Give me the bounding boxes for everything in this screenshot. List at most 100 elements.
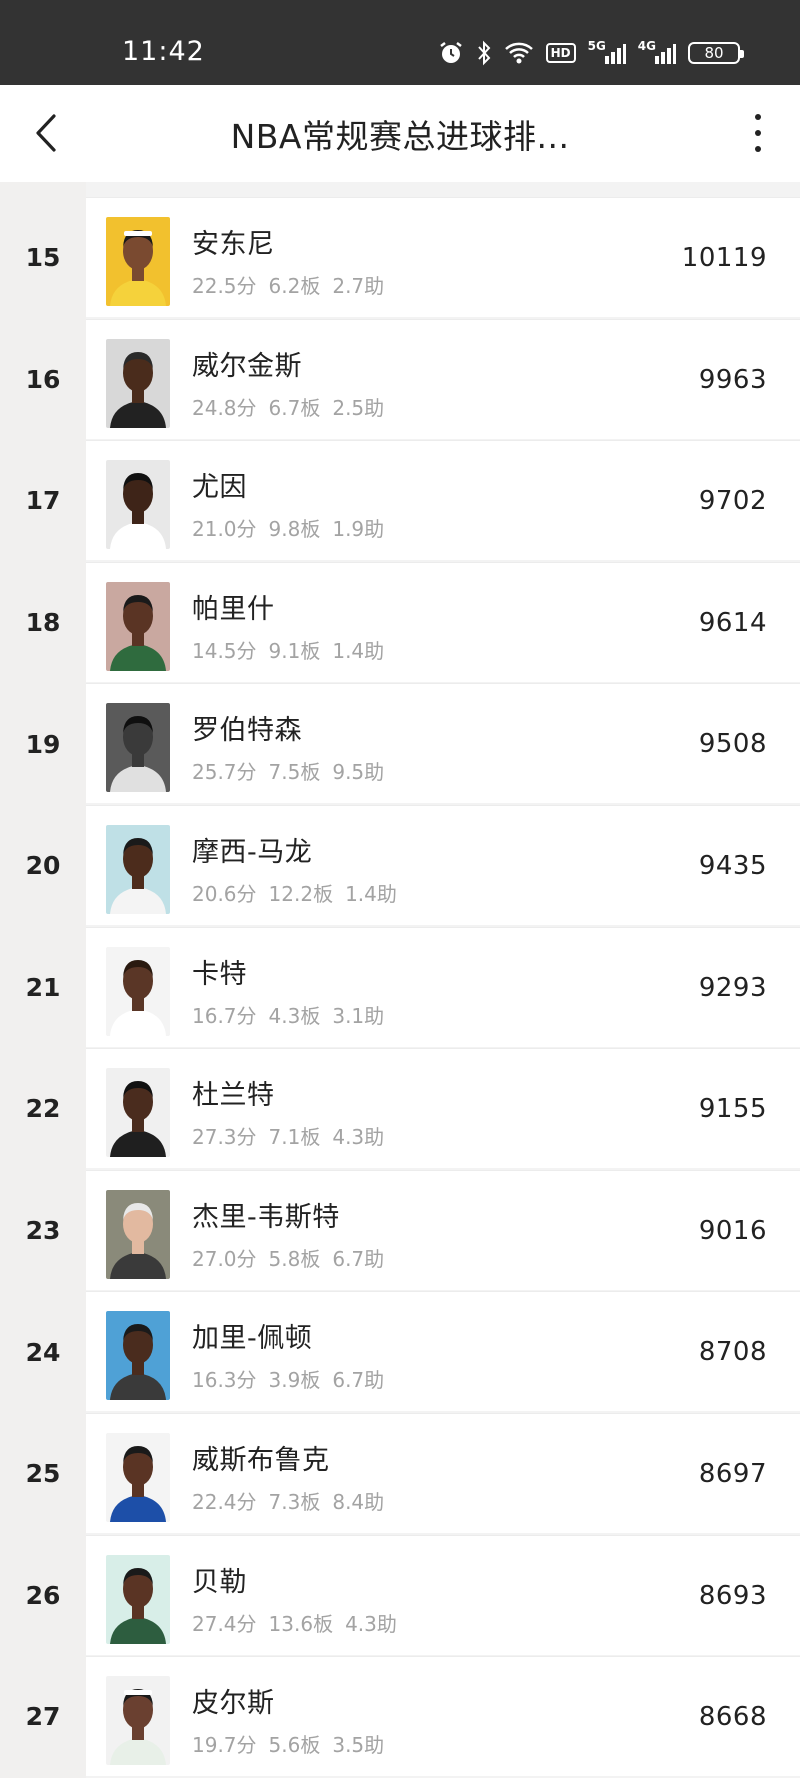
ranking-rows: 15 安东尼 22.5分 6.2板 2.7助 10119 16 威尔金斯 24.… — [0, 197, 800, 1778]
player-stats: 14.5分 9.1板 1.4助 — [192, 635, 384, 664]
player-card[interactable]: 威尔金斯 24.8分 6.7板 2.5助 9963 — [86, 318, 800, 439]
stat-points: 14.5分 — [192, 638, 257, 663]
stat-assists: 2.5助 — [332, 395, 385, 420]
player-stats: 21.0分 9.8板 1.9助 — [192, 513, 384, 542]
status-icons: HD 5G 4G 80 — [438, 38, 744, 68]
player-avatar — [106, 460, 170, 550]
player-name: 杰里-韦斯特 — [192, 1201, 340, 1233]
player-card[interactable]: 杜兰特 27.3分 7.1板 4.3助 9155 — [86, 1048, 800, 1169]
more-options-button[interactable] — [738, 109, 778, 157]
total-points: 9508 — [698, 729, 767, 760]
signal-5g-icon: 5G — [588, 39, 626, 64]
player-row: 23 杰里-韦斯特 27.0分 5.8板 6.7助 9016 — [0, 1169, 800, 1292]
player-name: 威斯布鲁克 — [192, 1444, 330, 1476]
stat-assists: 3.1助 — [332, 1003, 385, 1028]
stat-rebounds: 12.2板 — [268, 881, 334, 906]
player-avatar — [106, 1554, 170, 1644]
stat-rebounds: 7.1板 — [268, 1125, 321, 1150]
player-avatar — [106, 703, 170, 793]
header-bar: NBA常规赛总进球排... — [0, 85, 800, 182]
player-row: 26 贝勒 27.4分 13.6板 4.3助 8693 — [0, 1534, 800, 1657]
stat-points: 27.4分 — [192, 1611, 257, 1636]
rank-number: 24 — [25, 1337, 61, 1367]
player-card[interactable]: 威斯布鲁克 22.4分 7.3板 8.4助 8697 — [86, 1412, 800, 1533]
total-points: 9702 — [698, 486, 767, 517]
player-avatar — [106, 338, 170, 428]
more-dot-icon — [755, 130, 761, 136]
player-stats: 27.3分 7.1板 4.3助 — [192, 1121, 384, 1150]
status-time: 11:42 — [122, 36, 205, 67]
player-name: 安东尼 — [192, 229, 275, 260]
player-name: 罗伯特森 — [192, 715, 302, 747]
player-avatar — [106, 1432, 170, 1522]
player-avatar — [106, 824, 170, 914]
player-photo-icon — [106, 1676, 170, 1766]
rank-number: 23 — [25, 1216, 61, 1246]
battery-icon: 80 — [688, 42, 744, 64]
player-card[interactable]: 摩西-马龙 20.6分 12.2板 1.4助 9435 — [86, 804, 800, 925]
total-points: 9016 — [698, 1215, 767, 1246]
stat-points: 27.3分 — [192, 1125, 257, 1150]
player-name: 贝勒 — [192, 1566, 247, 1598]
stat-rebounds: 6.2板 — [268, 274, 321, 298]
rank-number: 18 — [25, 608, 61, 638]
player-card[interactable]: 贝勒 27.4分 13.6板 4.3助 8693 — [86, 1534, 800, 1655]
player-card[interactable]: 罗伯特森 25.7分 7.5板 9.5助 9508 — [86, 683, 800, 804]
player-card[interactable]: 安东尼 22.5分 6.2板 2.7助 10119 — [86, 197, 800, 317]
player-stats: 25.7分 7.5板 9.5助 — [192, 756, 384, 785]
stat-points: 25.7分 — [192, 760, 257, 785]
player-card[interactable]: 杰里-韦斯特 27.0分 5.8板 6.7助 9016 — [86, 1169, 800, 1290]
ranking-list[interactable]: 15 安东尼 22.5分 6.2板 2.7助 10119 16 威尔金斯 24.… — [0, 182, 800, 1778]
player-name: 帕里什 — [192, 593, 275, 625]
stat-points: 24.8分 — [192, 395, 257, 420]
player-name: 尤因 — [192, 472, 247, 504]
total-points: 9293 — [698, 972, 767, 1003]
rank-number: 27 — [25, 1702, 61, 1732]
player-card[interactable]: 加里-佩顿 16.3分 3.9板 6.7助 8708 — [86, 1291, 800, 1412]
player-stats: 16.7分 4.3板 3.1助 — [192, 1000, 384, 1029]
player-name: 皮尔斯 — [192, 1688, 275, 1720]
signal-4g-icon: 4G — [638, 39, 676, 64]
player-stats: 16.3分 3.9板 6.7助 — [192, 1364, 384, 1393]
player-avatar — [106, 946, 170, 1036]
player-photo-icon — [106, 217, 170, 306]
player-photo-icon — [106, 946, 170, 1036]
player-row: 18 帕里什 14.5分 9.1板 1.4助 9614 — [0, 561, 800, 684]
total-points: 8697 — [698, 1458, 767, 1489]
player-photo-icon — [106, 460, 170, 550]
stat-rebounds: 7.3板 — [268, 1489, 321, 1514]
player-photo-icon — [106, 1432, 170, 1522]
stat-assists: 8.4助 — [332, 1489, 385, 1514]
rank-number: 17 — [25, 486, 61, 516]
player-photo-icon — [106, 581, 170, 671]
back-button[interactable] — [26, 110, 66, 156]
stat-points: 21.0分 — [192, 517, 257, 542]
player-name: 摩西-马龙 — [192, 836, 313, 868]
player-stats: 22.5分 6.2板 2.7助 — [192, 270, 384, 299]
player-card[interactable]: 帕里什 14.5分 9.1板 1.4助 9614 — [86, 561, 800, 682]
total-points: 9155 — [698, 1094, 767, 1125]
player-card[interactable]: 皮尔斯 19.7分 5.6板 3.5助 8668 — [86, 1656, 800, 1777]
stat-points: 20.6分 — [192, 881, 257, 906]
total-points: 10119 — [681, 243, 767, 273]
player-name: 杜兰特 — [192, 1080, 275, 1112]
stat-assists: 6.7助 — [332, 1368, 385, 1393]
total-points: 8708 — [698, 1337, 767, 1368]
stat-rebounds: 9.8板 — [268, 517, 321, 542]
player-card[interactable]: 卡特 16.7分 4.3板 3.1助 9293 — [86, 926, 800, 1047]
player-stats: 27.4分 13.6板 4.3助 — [192, 1608, 397, 1637]
rank-number: 26 — [25, 1580, 61, 1610]
bluetooth-icon — [476, 40, 492, 66]
player-photo-icon — [106, 1068, 170, 1158]
player-stats: 22.4分 7.3板 8.4助 — [192, 1486, 384, 1515]
stat-points: 27.0分 — [192, 1246, 257, 1271]
stat-rebounds: 9.1板 — [268, 638, 321, 663]
total-points: 9435 — [698, 850, 767, 881]
stat-assists: 1.9助 — [332, 517, 385, 542]
player-photo-icon — [106, 1554, 170, 1644]
stat-rebounds: 4.3板 — [268, 1003, 321, 1028]
player-card[interactable]: 尤因 21.0分 9.8板 1.9助 9702 — [86, 440, 800, 561]
stat-assists: 9.5助 — [332, 760, 385, 785]
stat-assists: 4.3助 — [345, 1611, 397, 1636]
player-stats: 19.7分 5.6板 3.5助 — [192, 1729, 384, 1758]
